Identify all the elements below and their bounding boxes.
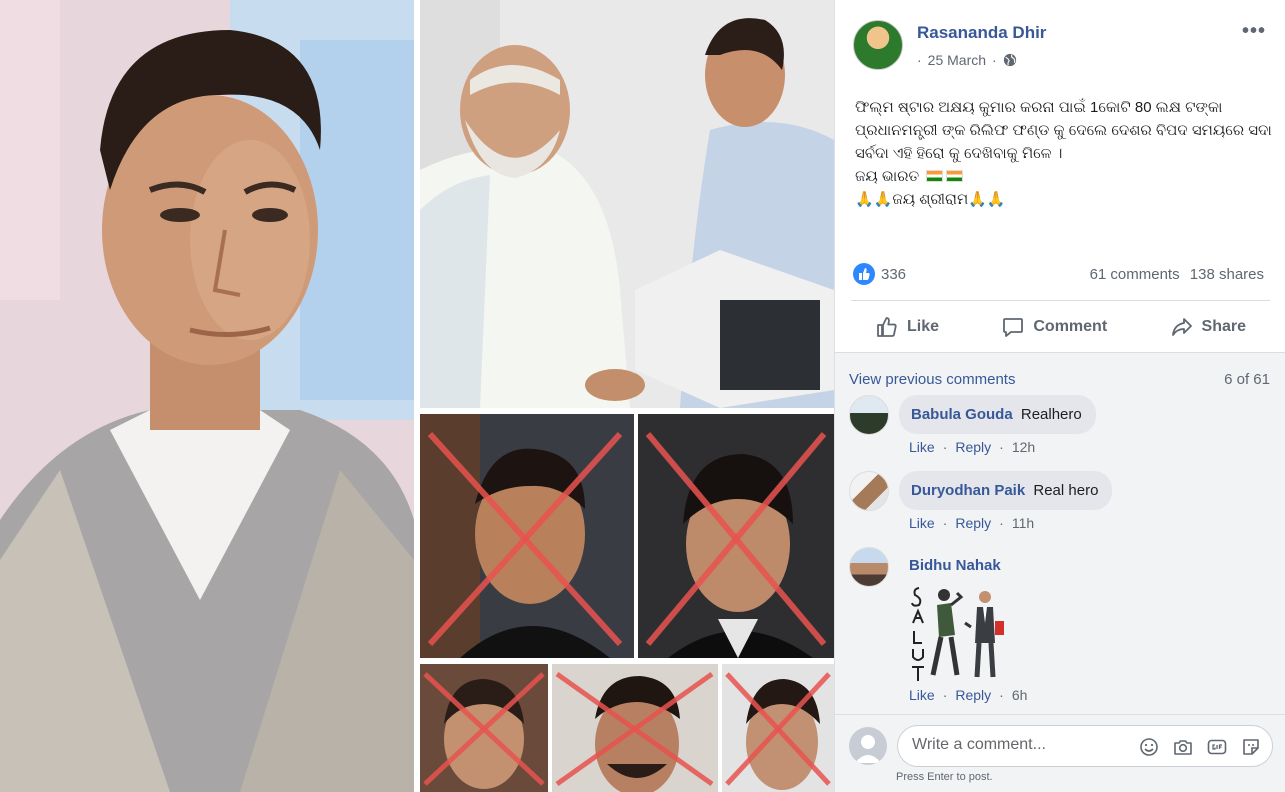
commenter-name[interactable]: Duryodhan Paik: [911, 482, 1025, 499]
comment-like-link[interactable]: Like: [909, 515, 935, 531]
post-text-line: ପ୍ରଧାନମନ୍ତ୍ରୀ ଙ୍କ ରିଲିଫ ଫଣ୍ଡ କୁ ଦେଲେ ଦେଶ…: [855, 122, 1272, 139]
comment-icon: [1003, 318, 1024, 337]
post-meta: · 25 March ·: [917, 52, 1017, 68]
comment-text: Realhero: [1020, 406, 1082, 423]
photo-crossed-actor-1: [420, 414, 634, 658]
separator: ·: [999, 515, 1004, 531]
comment-item: Bidhu Nahak Like · Reply · 6h: [849, 547, 1269, 707]
comment-reply-link[interactable]: Reply: [955, 687, 991, 703]
camera-icon[interactable]: [1172, 736, 1194, 758]
post-text-line: ଫିଲ୍ମ ଷ୍ଟାର ଅକ୍ଷୟ କୁମାର କରନା ପାଇଁ 1କୋଟି …: [855, 99, 1223, 116]
globe-icon[interactable]: [1003, 53, 1017, 67]
comment-button[interactable]: Comment: [977, 306, 1131, 348]
emoji-icon[interactable]: [1138, 736, 1160, 758]
comment-item: Duryodhan Paik Real hero Like · Reply · 11h: [849, 471, 1269, 541]
thumbs-up-icon: [877, 317, 897, 337]
comment-bubble: Duryodhan Paik Real hero: [899, 471, 1113, 510]
commenter-avatar[interactable]: [849, 395, 889, 435]
share-button[interactable]: Share: [1146, 306, 1270, 348]
post-header: Rasananda Dhir · 25 March · •••: [835, 0, 1285, 90]
view-previous-comments-link[interactable]: View previous comments: [849, 371, 1015, 388]
india-flag-icon: [926, 170, 944, 182]
shares-count[interactable]: 138 shares: [1190, 266, 1264, 283]
comment-like-link[interactable]: Like: [909, 439, 935, 455]
share-button-label: Share: [1201, 318, 1246, 335]
photo-crossed-actor-4: [552, 664, 718, 792]
post-text-line: ସର୍ବଦା ଏହି ହିରୋ କୁ ଦେଖିବାକୁ ମିଳେ ।: [855, 145, 1063, 162]
comment-like-link[interactable]: Like: [909, 687, 935, 703]
comment-composer: Press Enter to post.: [835, 714, 1285, 792]
post-text-line-flags: ଜୟ ଭାରତ: [855, 165, 1275, 188]
comment-actions: Like · Reply · 6h: [909, 687, 1035, 703]
commenter-name[interactable]: Babula Gouda: [911, 406, 1013, 423]
post-text-line: ଜୟ ଭାରତ: [855, 168, 920, 185]
reactions-count[interactable]: 336: [881, 266, 906, 283]
photo-crossed-actor-2: [638, 414, 834, 658]
comment-actions: Like · Reply · 12h: [909, 439, 1043, 455]
meta-separator: ·: [917, 52, 922, 68]
separator: ·: [942, 515, 948, 531]
comment-input-box[interactable]: [897, 725, 1273, 767]
comment-time[interactable]: 12h: [1012, 439, 1035, 455]
like-button[interactable]: Like: [851, 306, 963, 348]
separator: ·: [999, 439, 1004, 455]
gif-icon[interactable]: [1206, 736, 1228, 758]
commenter-name[interactable]: Bidhu Nahak: [909, 557, 1001, 574]
current-user-avatar: [849, 727, 887, 765]
photo-handshake: [420, 0, 834, 408]
comment-reply-link[interactable]: Reply: [955, 515, 991, 531]
like-button-label: Like: [907, 318, 940, 335]
comment-time[interactable]: 11h: [1012, 515, 1034, 531]
salute-sticker-image[interactable]: [909, 583, 1013, 683]
comment-input[interactable]: [912, 736, 1132, 754]
comment-text: Real hero: [1033, 482, 1099, 499]
photo-crossed-actor-5: [722, 664, 834, 792]
post-date[interactable]: 25 March: [928, 52, 986, 68]
commenter-avatar[interactable]: [849, 471, 889, 511]
composer-icons: [1138, 736, 1262, 758]
reactions-bar: 336 61 comments 138 shares: [853, 262, 1268, 288]
comment-actions: Like · Reply · 11h: [909, 515, 1042, 531]
comments-count[interactable]: 61 comments: [1090, 266, 1180, 283]
post-actions: Like Comment Share: [851, 306, 1270, 348]
meta-separator: ·: [992, 52, 997, 68]
more-options-button[interactable]: •••: [1242, 20, 1266, 43]
india-flag-icon: [946, 170, 964, 182]
post-text-line: 🙏🙏ଜୟ ଶ୍ରୀରାମ🙏🙏: [855, 191, 1006, 208]
comments-page-count: 6 of 61: [1224, 371, 1270, 388]
separator: ·: [942, 687, 948, 703]
photo-portrait: [0, 0, 414, 792]
comment-reply-link[interactable]: Reply: [955, 439, 991, 455]
author-avatar[interactable]: [853, 20, 903, 70]
like-reaction-icon[interactable]: [853, 263, 875, 285]
comment-item: Babula Gouda Realhero Like · Reply · 12h: [849, 395, 1269, 465]
separator: ·: [999, 687, 1004, 703]
comment-bubble: Babula Gouda Realhero: [899, 395, 1096, 434]
separator: ·: [942, 439, 948, 455]
post-panel: Rasananda Dhir · 25 March · ••• ଫିଲ୍ମ ଷ୍…: [834, 0, 1285, 792]
sticker-icon[interactable]: [1240, 736, 1262, 758]
engagement-counts: 61 comments 138 shares: [1084, 266, 1264, 283]
composer-hint: Press Enter to post.: [896, 771, 993, 783]
share-icon: [1171, 318, 1192, 336]
divider: [851, 300, 1270, 301]
comment-time[interactable]: 6h: [1012, 687, 1028, 703]
comments-section: View previous comments 6 of 61 Babula Go…: [835, 352, 1285, 714]
post-text: ଫିଲ୍ମ ଷ୍ଟାର ଅକ୍ଷୟ କୁମାର କରନା ପାଇଁ 1କୋଟି …: [855, 96, 1275, 211]
author-name[interactable]: Rasananda Dhir: [917, 23, 1046, 43]
post-photo[interactable]: [0, 0, 834, 792]
photo-crossed-actor-3: [420, 664, 548, 792]
comment-button-label: Comment: [1033, 318, 1108, 335]
commenter-avatar[interactable]: [849, 547, 889, 587]
